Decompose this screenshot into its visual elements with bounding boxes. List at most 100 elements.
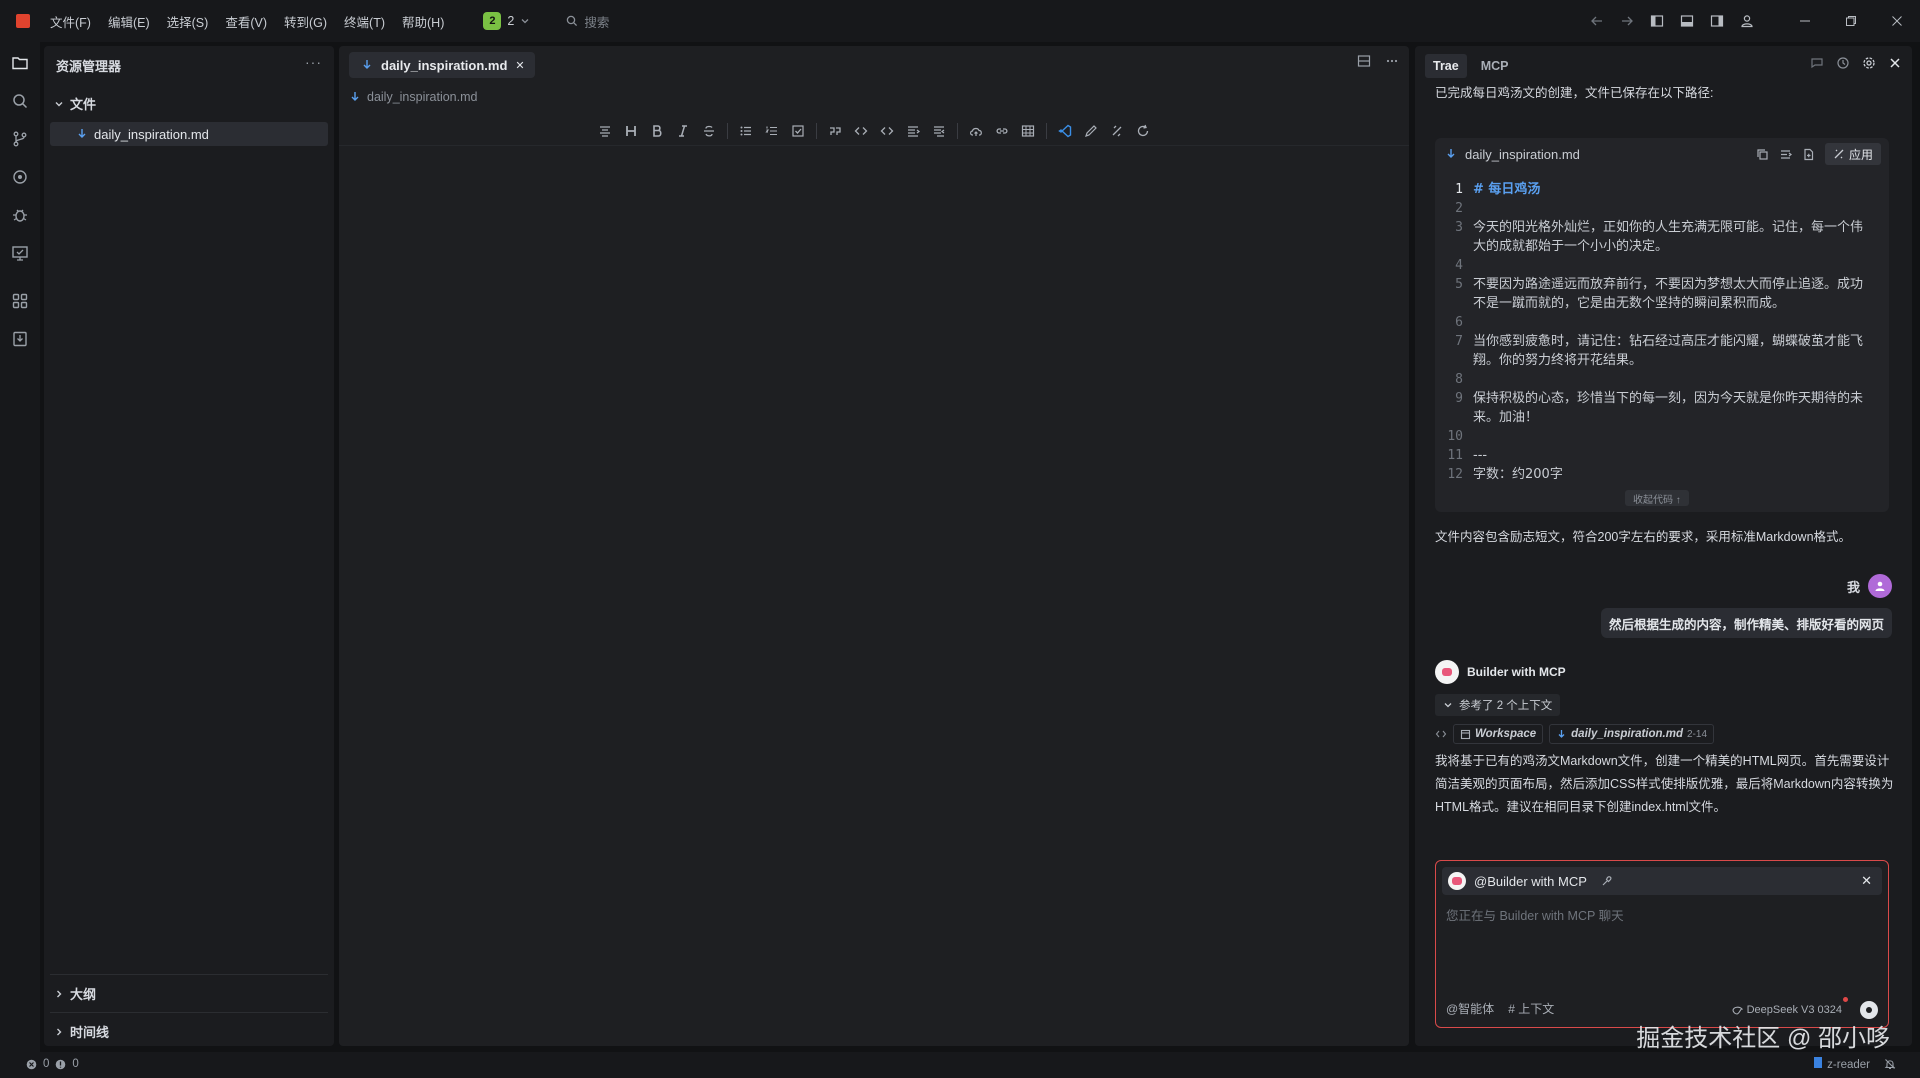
remote-explorer-icon[interactable]	[0, 234, 40, 272]
bell-icon[interactable]	[1884, 1058, 1896, 1070]
context-button[interactable]: # 上下文	[1508, 1000, 1554, 1017]
breadcrumb[interactable]: daily_inspiration.md	[349, 90, 477, 104]
context-workspace[interactable]: Workspace	[1453, 724, 1544, 744]
close-panel-icon[interactable]	[1888, 56, 1902, 70]
editor-tab[interactable]: daily_inspiration.md ✕	[349, 52, 535, 78]
toggle-sidebar-icon[interactable]	[1642, 0, 1672, 42]
checkbox-list-icon[interactable]	[790, 123, 806, 139]
menu-edit[interactable]: 编辑(E)	[108, 12, 150, 31]
code-block-icon[interactable]	[879, 123, 895, 139]
link-icon[interactable]	[994, 123, 1010, 139]
toggle-auxiliary-bar-icon[interactable]	[1702, 0, 1732, 42]
agent-button[interactable]: @智能体	[1446, 1000, 1494, 1017]
title-search[interactable]: 搜索	[566, 12, 609, 31]
line-content	[1473, 427, 1873, 446]
more-actions-icon[interactable]: ···	[305, 54, 322, 70]
code-icon[interactable]	[853, 123, 869, 139]
editor-more-icon[interactable]	[1385, 54, 1399, 68]
files-section-header[interactable]: 文件	[54, 94, 96, 113]
problems-indicator[interactable]: 0 0	[26, 1058, 79, 1070]
send-button[interactable]	[1860, 1001, 1878, 1019]
upload-cloud-icon[interactable]	[968, 123, 984, 139]
line-number: 5	[1455, 277, 1463, 292]
code-line: 6	[1435, 313, 1889, 332]
context-file[interactable]: daily_inspiration.md 2-14	[1549, 724, 1714, 744]
heading-icon[interactable]	[623, 123, 639, 139]
vscode-icon[interactable]	[1057, 123, 1073, 139]
close-tab-icon[interactable]: ✕	[515, 59, 524, 72]
context-list: Workspace daily_inspiration.md 2-14	[1435, 724, 1714, 744]
model-selector[interactable]: DeepSeek V3 0324	[1726, 997, 1848, 1019]
user-label: 我	[1846, 579, 1860, 595]
new-chat-icon[interactable]	[1810, 56, 1824, 70]
source-control-icon[interactable]	[0, 120, 40, 158]
breadcrumb-file: daily_inspiration.md	[367, 90, 478, 104]
strikethrough-icon[interactable]	[701, 123, 717, 139]
italic-icon[interactable]	[675, 123, 691, 139]
line-content: 字数：约200字	[1473, 467, 1563, 482]
chat-input-box[interactable]: @Builder with MCP ✕ 您正在与 Builder with MC…	[1435, 860, 1889, 1028]
insert-icon[interactable]	[1779, 148, 1792, 161]
outline-section-header[interactable]: 大纲	[54, 984, 96, 1003]
line-number: 7	[1455, 334, 1463, 349]
chevron-down-icon	[520, 16, 530, 26]
forward-arrow-icon[interactable]	[1612, 0, 1642, 42]
tab-mcp[interactable]: MCP	[1473, 54, 1517, 78]
clear-format-icon[interactable]	[1109, 123, 1125, 139]
split-editor-icon[interactable]	[1357, 54, 1371, 68]
menu-view[interactable]: 查看(V)	[225, 12, 267, 31]
notification-switcher[interactable]: 2 2	[483, 12, 530, 30]
chat-input-placeholder[interactable]: 您正在与 Builder with MCP 聊天	[1446, 905, 1624, 924]
close-window-icon[interactable]	[1874, 0, 1920, 42]
bold-icon[interactable]	[649, 123, 665, 139]
table-icon[interactable]	[1020, 123, 1036, 139]
indent-icon[interactable]	[905, 123, 921, 139]
search-view-icon[interactable]	[0, 82, 40, 120]
back-arrow-icon[interactable]	[1582, 0, 1612, 42]
file-item-daily-inspiration[interactable]: daily_inspiration.md	[50, 122, 328, 146]
align-icon[interactable]	[597, 123, 613, 139]
context-toggle[interactable]: 参考了 2 个上下文	[1435, 694, 1561, 716]
line-content: 保持积极的心态，珍惜当下的每一刻，因为今天就是你昨天期待的未来。加油！	[1473, 391, 1864, 425]
bot-name: Builder with MCP	[1467, 665, 1566, 679]
debug-icon[interactable]	[0, 196, 40, 234]
bullet-list-icon[interactable]	[738, 123, 754, 139]
account-icon[interactable]	[1732, 0, 1762, 42]
menu-goto[interactable]: 转到(G)	[284, 12, 327, 31]
search-icon	[566, 15, 578, 27]
tool-icon[interactable]	[1601, 875, 1613, 887]
quote-icon[interactable]	[827, 123, 843, 139]
numbered-list-icon[interactable]	[764, 123, 780, 139]
z-reader-item[interactable]: z-reader	[1814, 1057, 1870, 1071]
menu-file[interactable]: 文件(F)	[50, 12, 91, 31]
timeline-section-header[interactable]: 时间线	[54, 1022, 109, 1041]
history-icon[interactable]	[1836, 56, 1850, 70]
refresh-icon[interactable]	[1135, 123, 1151, 139]
explorer-icon[interactable]	[0, 44, 40, 82]
menu-help[interactable]: 帮助(H)	[402, 12, 444, 31]
apply-button[interactable]: 应用	[1824, 143, 1881, 165]
extensions-icon[interactable]	[0, 282, 40, 320]
menu-terminal[interactable]: 终端(T)	[344, 12, 385, 31]
tab-trae[interactable]: Trae	[1425, 54, 1467, 78]
line-number: 9	[1455, 391, 1463, 406]
remote-icon[interactable]	[0, 158, 40, 196]
toggle-panel-icon[interactable]	[1672, 0, 1702, 42]
code-file-name[interactable]: daily_inspiration.md	[1465, 147, 1580, 162]
outdent-icon[interactable]	[931, 123, 947, 139]
collapse-code-button[interactable]: 收起代码 ↑	[1625, 490, 1689, 506]
close-mention-icon[interactable]: ✕	[1861, 873, 1872, 889]
download-panel-icon[interactable]	[0, 320, 40, 358]
menu-select[interactable]: 选择(S)	[167, 12, 209, 31]
restore-icon[interactable]	[1828, 0, 1874, 42]
new-file-icon[interactable]	[1802, 148, 1815, 161]
gear-icon[interactable]	[1862, 56, 1876, 70]
code-line: 3 今天的阳光格外灿烂，正如你的人生充满无限可能。记住，每一个伟大的成就都始于一个…	[1435, 218, 1889, 256]
pen-icon[interactable]	[1083, 123, 1099, 139]
markdown-file-icon	[349, 91, 361, 103]
copy-icon[interactable]	[1756, 148, 1769, 161]
notification-badge: 2	[483, 12, 502, 30]
minimize-icon[interactable]	[1782, 0, 1828, 42]
notification-count: 2	[507, 14, 515, 28]
warning-count: 0	[72, 1058, 79, 1070]
